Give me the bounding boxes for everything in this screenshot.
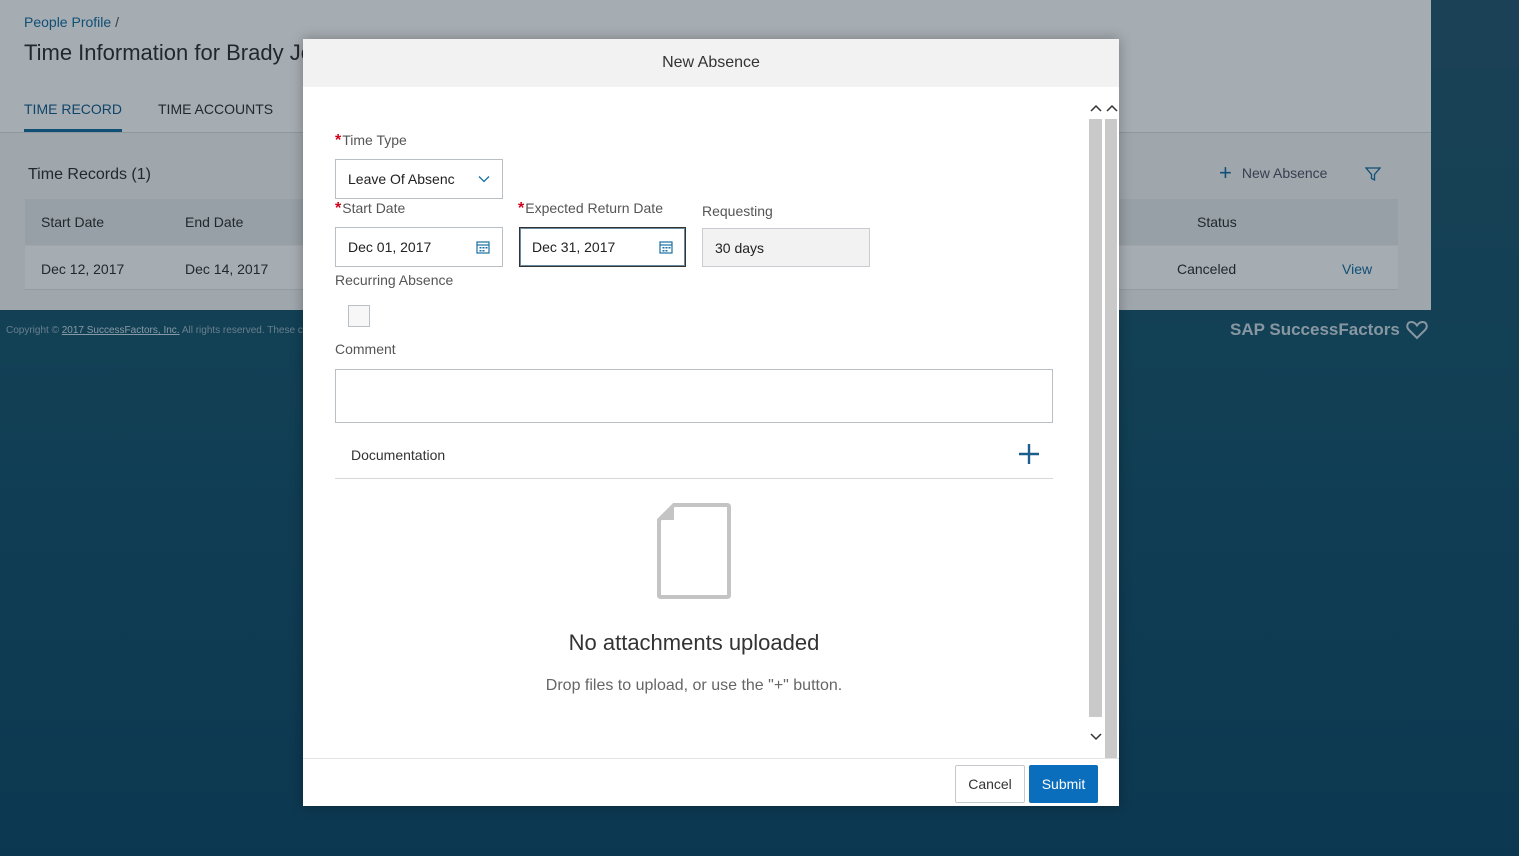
new-absence-dialog: New Absence *Time Type Leave Of Absenc *…: [303, 39, 1119, 806]
scroll-up-arrow-icon[interactable]: [1089, 103, 1103, 113]
time-type-label: *Time Type: [335, 132, 407, 150]
required-marker: *: [335, 132, 342, 149]
return-date-label-text: Expected Return Date: [525, 200, 663, 216]
requesting-field: 30 days: [702, 228, 870, 267]
start-date-value: Dec 01, 2017: [348, 239, 432, 255]
dialog-title: New Absence: [303, 39, 1119, 87]
scroll-thumb-outer[interactable]: [1105, 119, 1117, 769]
requesting-label: Requesting: [702, 203, 773, 219]
calendar-icon[interactable]: [476, 240, 490, 254]
scroll-down-arrow-icon[interactable]: [1089, 732, 1103, 742]
start-date-label-text: Start Date: [342, 200, 406, 216]
empty-state-title: No attachments uploaded: [568, 630, 820, 655]
comment-textarea[interactable]: [335, 369, 1053, 423]
dialog-footer: Cancel Submit: [303, 758, 1119, 806]
start-date-input[interactable]: Dec 01, 2017: [335, 227, 503, 267]
scroll-thumb-inner[interactable]: [1089, 119, 1102, 717]
start-date-label: *Start Date: [335, 200, 405, 218]
documentation-label: Documentation: [351, 447, 446, 463]
recurring-absence-label: Recurring Absence: [335, 272, 454, 288]
required-marker: *: [518, 200, 525, 217]
required-marker: *: [335, 200, 342, 217]
calendar-icon[interactable]: [659, 240, 673, 254]
empty-state-subtitle: Drop files to upload, or use the "+" but…: [545, 677, 843, 694]
comment-label: Comment: [335, 341, 396, 357]
requesting-value: 30 days: [715, 239, 765, 256]
add-attachment-plus-icon[interactable]: [1017, 442, 1041, 466]
cancel-button[interactable]: Cancel: [955, 765, 1025, 803]
documentation-header: Documentation: [335, 434, 1053, 479]
return-date-label: *Expected Return Date: [518, 200, 663, 218]
dialog-body: *Time Type Leave Of Absenc *Start Date D…: [303, 87, 1086, 758]
time-type-label-text: Time Type: [342, 132, 407, 148]
time-type-select[interactable]: Leave Of Absenc: [335, 159, 503, 199]
return-date-value: Dec 31, 2017: [532, 239, 616, 255]
scroll-up-arrow-icon[interactable]: [1105, 103, 1119, 113]
chevron-down-icon: [478, 176, 490, 183]
time-type-value: Leave Of Absenc: [348, 171, 455, 187]
dialog-scrollbar[interactable]: [1086, 87, 1119, 806]
recurring-absence-checkbox[interactable]: [348, 305, 370, 327]
file-icon: [657, 503, 731, 599]
submit-button[interactable]: Submit: [1029, 765, 1098, 803]
return-date-input[interactable]: Dec 31, 2017: [519, 227, 686, 267]
